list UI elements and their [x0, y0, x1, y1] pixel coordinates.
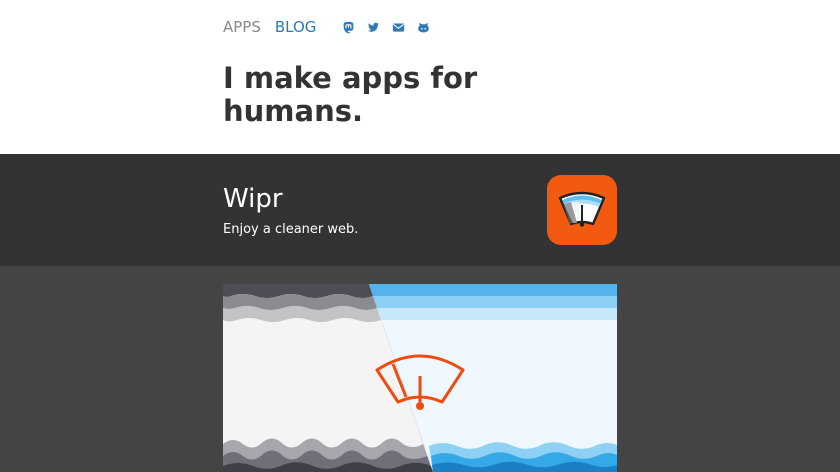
mastodon-icon[interactable]	[342, 21, 355, 34]
wipr-hero-illustration	[223, 284, 617, 472]
wipr-app-icon[interactable]	[547, 175, 617, 245]
github-icon[interactable]	[417, 21, 430, 34]
top-nav: APPS BLOG	[223, 17, 442, 37]
page-headline: I make apps for humans.	[223, 61, 478, 128]
app-preview-band	[0, 266, 840, 472]
nav-blog-link[interactable]: BLOG	[275, 17, 317, 37]
email-icon[interactable]	[392, 21, 405, 34]
twitter-icon[interactable]	[367, 21, 380, 34]
social-links	[342, 21, 442, 34]
app-header-wipr[interactable]: Wipr Enjoy a cleaner web.	[0, 154, 840, 266]
site-header: APPS BLOG I make apps for humans.	[0, 0, 840, 154]
app-tagline: Enjoy a cleaner web.	[223, 222, 359, 237]
nav-apps-link[interactable]: APPS	[223, 17, 261, 37]
app-title[interactable]: Wipr	[223, 182, 283, 216]
